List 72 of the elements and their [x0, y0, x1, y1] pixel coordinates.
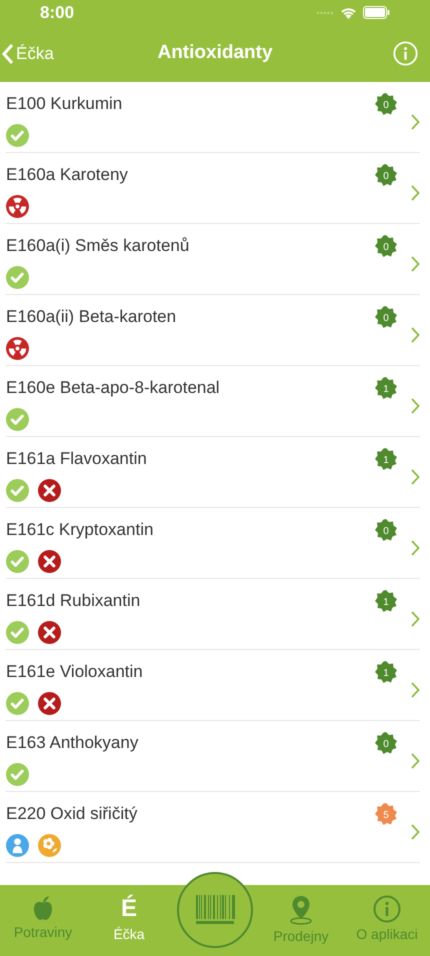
chevron-left-icon — [2, 42, 14, 64]
additive-row[interactable]: E160a(i) Směs karotenů 0 — [6, 224, 420, 295]
check-icon — [6, 124, 29, 148]
chevron-right-icon — [411, 682, 420, 698]
chevron-right-icon — [411, 753, 420, 769]
additive-name: E161c Kryptoxantin — [6, 518, 154, 541]
count-badge: 0 — [375, 732, 397, 754]
additive-row[interactable]: E161c Kryptoxantin 0 — [6, 508, 420, 579]
count-badge: 0 — [375, 235, 397, 257]
chevron-right-icon — [411, 540, 420, 556]
check-icon — [6, 266, 29, 290]
apple-icon — [31, 895, 55, 921]
count-badge: 1 — [375, 448, 397, 470]
baby-icon — [6, 834, 29, 858]
additive-name: E160a(ii) Beta-karoten — [6, 306, 178, 328]
additive-row[interactable]: E160a Karoteny 0 — [6, 153, 420, 224]
count-badge: 5 — [375, 803, 397, 825]
additive-name: E161d Rubixantin — [6, 590, 142, 612]
check-icon — [6, 621, 29, 644]
count-badge: 0 — [375, 519, 397, 541]
additive-row[interactable]: E100 Kurkumin 0 — [6, 82, 420, 153]
chevron-right-icon — [411, 611, 420, 627]
additive-name: E100 Kurkumin — [6, 92, 124, 115]
chevron-right-icon — [411, 469, 420, 485]
cross-icon — [38, 621, 61, 644]
radiation-icon — [6, 195, 29, 218]
chevron-right-icon — [411, 256, 420, 272]
additive-name: E220 Oxid siřičitý — [6, 802, 138, 825]
screen-title: Antioxidanty — [157, 41, 273, 66]
additive-row[interactable]: E160a(ii) Beta-karoten 0 — [6, 295, 420, 366]
cross-icon — [38, 692, 61, 716]
chevron-right-icon — [411, 824, 420, 840]
additive-row[interactable]: E220 Oxid siřičitý 5 — [6, 792, 420, 863]
additive-name: E160a(i) Směs karotenů — [6, 234, 190, 257]
additive-name: E161a Flavoxantin — [6, 448, 148, 470]
flower-icon — [38, 834, 61, 858]
cross-icon — [38, 550, 61, 574]
additive-name: E163 Anthokyany — [6, 732, 140, 754]
check-icon — [6, 479, 29, 502]
count-badge: 1 — [375, 590, 397, 612]
signal-icon — [316, 10, 334, 14]
additive-name: E160a Karoteny — [6, 164, 129, 186]
additive-row[interactable]: E161a Flavoxantin 1 — [6, 437, 420, 508]
info-icon[interactable] — [393, 41, 418, 66]
additive-row[interactable]: E160e Beta-apo-8-karotenal 1 — [6, 366, 420, 437]
wifi-icon — [340, 6, 357, 18]
map-pin-icon — [288, 895, 314, 925]
additive-row[interactable]: E163 Anthokyany 0 — [6, 721, 420, 792]
status-time: 8:00 — [40, 2, 74, 24]
chevron-right-icon — [411, 398, 420, 414]
count-badge: 0 — [375, 164, 397, 186]
info-icon — [373, 895, 401, 923]
chevron-right-icon — [411, 114, 420, 130]
count-badge: 0 — [375, 306, 397, 328]
count-badge: 0 — [375, 93, 397, 115]
check-icon — [6, 763, 29, 786]
additive-row[interactable]: E161e Violoxantin 1 — [6, 650, 420, 721]
radiation-icon — [6, 337, 29, 360]
count-badge: 1 — [375, 377, 397, 399]
e-letter-icon: É — [120, 895, 137, 923]
cross-icon — [38, 479, 61, 502]
chevron-right-icon — [411, 185, 420, 201]
additive-row[interactable]: E161d Rubixantin 1 — [6, 579, 420, 650]
check-icon — [6, 692, 29, 716]
barcode-icon — [195, 895, 235, 925]
battery-icon — [363, 6, 390, 19]
count-badge: 1 — [375, 661, 397, 683]
check-icon — [6, 408, 29, 432]
chevron-right-icon — [411, 327, 420, 343]
additive-name: E160e Beta-apo-8-karotenal — [6, 376, 221, 399]
additive-name: E161e Violoxantin — [6, 660, 144, 683]
check-icon — [6, 550, 29, 574]
